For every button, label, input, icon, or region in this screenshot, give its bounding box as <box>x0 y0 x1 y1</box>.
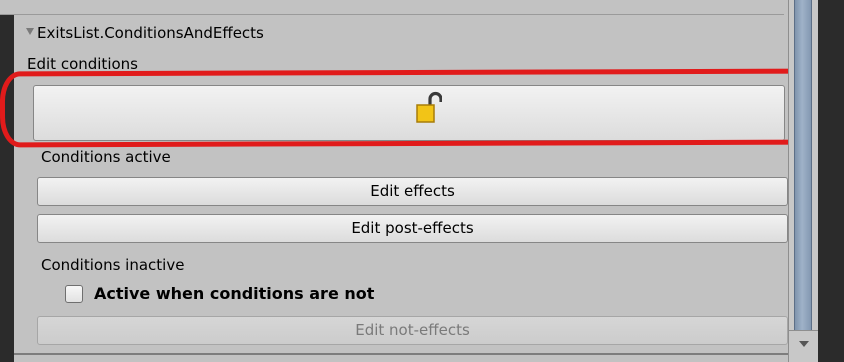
scrollbar-thumb[interactable] <box>794 0 812 354</box>
foldout-title[interactable]: ExitsList.ConditionsAndEffects <box>37 24 264 42</box>
section-divider <box>14 353 788 355</box>
scroll-down-arrow-icon[interactable] <box>789 330 819 362</box>
active-when-not-checkbox[interactable] <box>65 285 83 303</box>
edit-effects-button[interactable]: Edit effects <box>37 177 788 206</box>
active-when-not-label[interactable]: Active when conditions are not <box>94 285 374 303</box>
conditions-inactive-label: Conditions inactive <box>41 256 185 274</box>
edit-not-effects-button: Edit not-effects <box>37 316 788 345</box>
edit-post-effects-button[interactable]: Edit post-effects <box>37 214 788 243</box>
foldout-triangle-icon[interactable] <box>26 28 34 35</box>
vertical-scrollbar[interactable] <box>788 0 819 362</box>
red-annotation-outline <box>0 68 831 148</box>
panel-top-edge <box>0 0 784 15</box>
window-edge <box>818 0 844 362</box>
conditions-active-label: Conditions active <box>41 148 171 166</box>
